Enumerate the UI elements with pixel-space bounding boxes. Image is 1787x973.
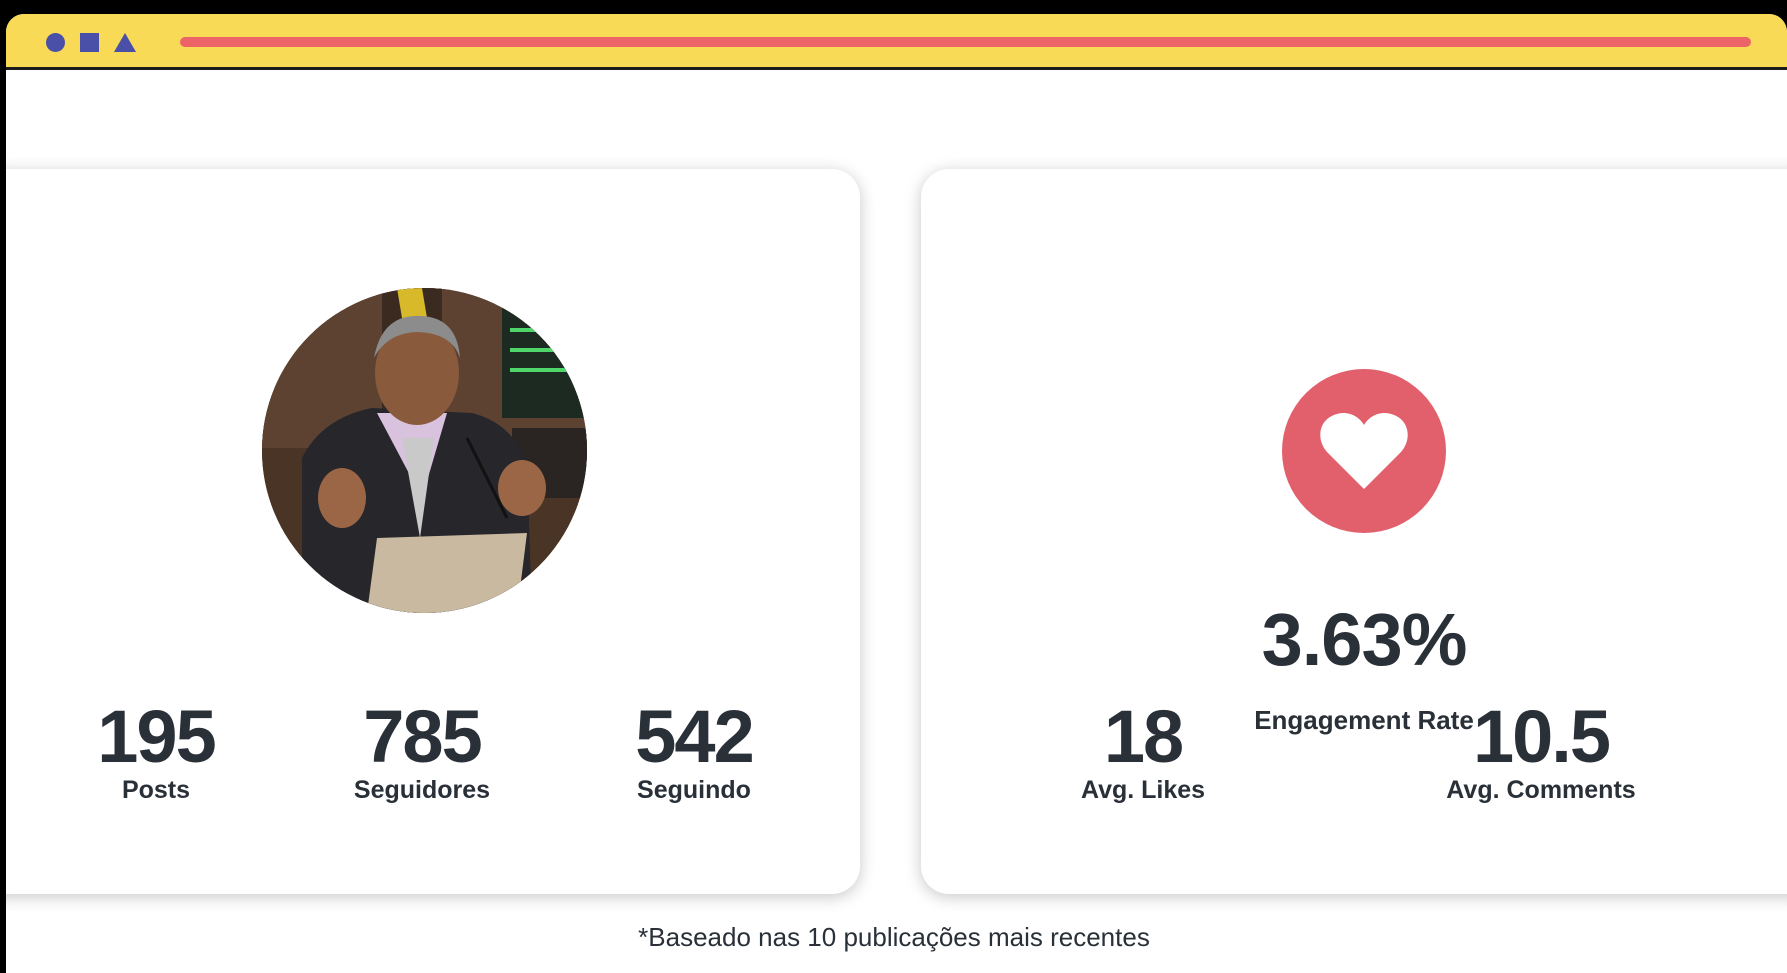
heart-icon	[1320, 413, 1408, 489]
address-bar[interactable]	[180, 37, 1751, 47]
title-bar	[6, 14, 1787, 70]
avg-comments-value: 10.5	[1472, 695, 1611, 778]
avg-likes-stat: 18 Avg. Likes	[1080, 695, 1206, 805]
engagement-rate-value: 3.63%	[1261, 598, 1468, 681]
avg-comments-stat: 10.5 Avg. Comments	[1446, 695, 1636, 805]
square-control-icon[interactable]	[80, 32, 99, 52]
avg-likes-value: 18	[1103, 695, 1184, 778]
posts-label: Posts	[121, 776, 191, 804]
posts-count: 195	[97, 695, 216, 778]
page-content: 195 Posts 785 Seguidores 542 Seguindo 3.…	[6, 70, 1787, 973]
avg-comments-label: Avg. Comments	[1446, 776, 1636, 804]
followers-count: 785	[363, 695, 482, 778]
avg-likes-label: Avg. Likes	[1080, 776, 1206, 804]
footnote: *Baseado nas 10 publicações mais recente…	[638, 922, 1150, 952]
following-label: Seguindo	[637, 776, 751, 804]
engagement-rate-label: Engagement Rate	[1254, 705, 1474, 735]
following-stat: 542 Seguindo	[635, 695, 754, 805]
heart-badge	[1282, 369, 1446, 533]
avatar	[262, 288, 587, 613]
circle-control-icon[interactable]	[46, 32, 65, 52]
window-controls	[46, 32, 136, 52]
profile-photo-icon	[262, 288, 587, 613]
browser-window: 195 Posts 785 Seguidores 542 Seguindo 3.…	[6, 14, 1787, 973]
triangle-control-icon[interactable]	[114, 32, 136, 52]
followers-stat: 785 Seguidores	[353, 695, 491, 805]
posts-stat: 195 Posts	[97, 695, 216, 805]
following-count: 542	[635, 695, 754, 778]
followers-label: Seguidores	[353, 776, 491, 804]
